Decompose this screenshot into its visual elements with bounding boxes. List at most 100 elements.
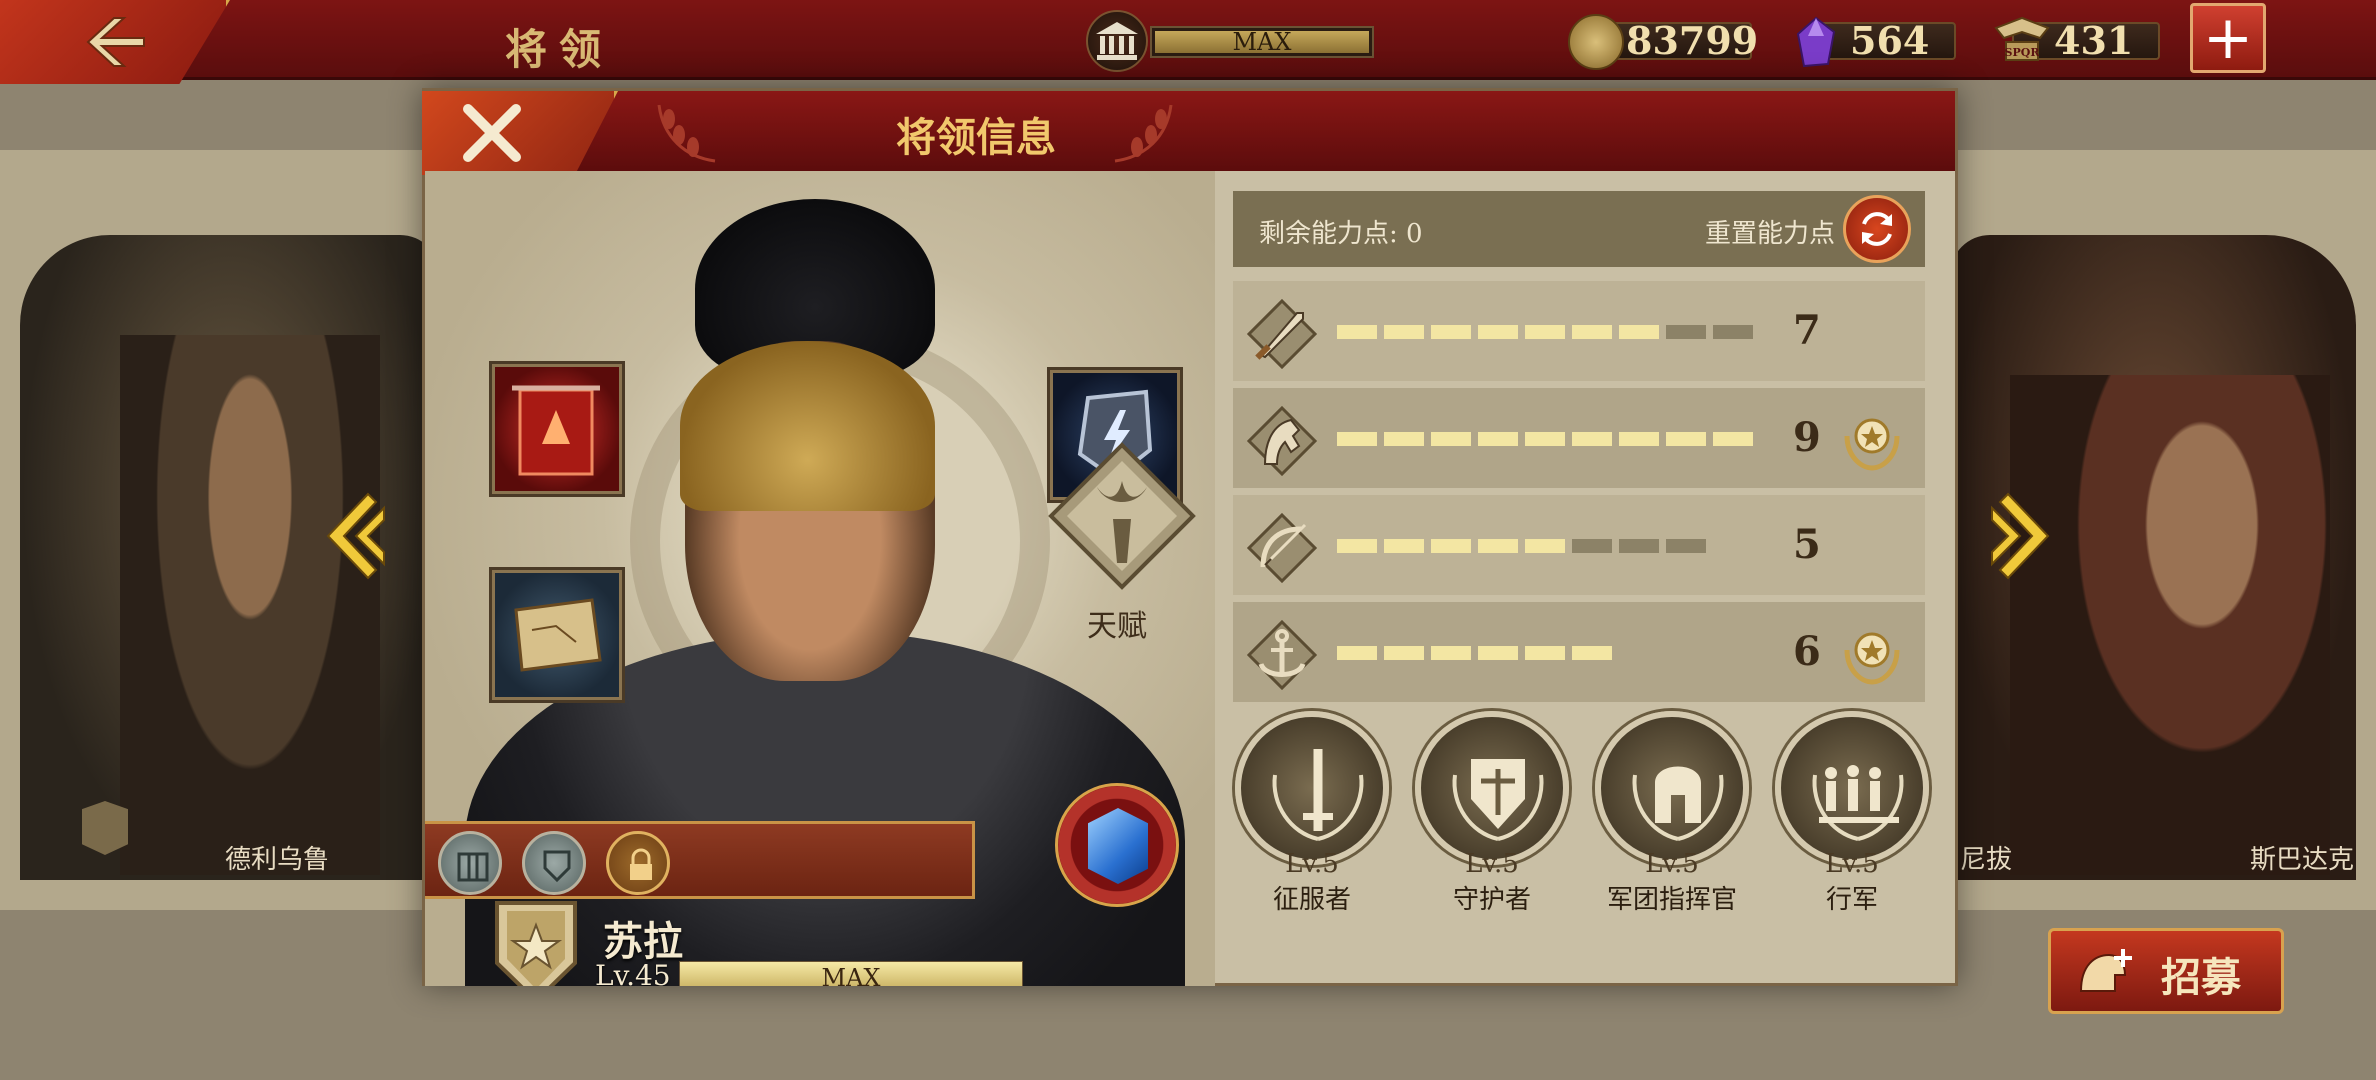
next-hero-name: 斯巴达克 — [2250, 845, 2355, 875]
general-portrait-area: 天赋 苏拉 Lv.45 MAX — [425, 171, 1215, 986]
equip-slot-locked[interactable] — [606, 831, 670, 895]
star-laurel-badge-icon[interactable] — [1837, 406, 1907, 476]
stat-segment-filled — [1431, 432, 1471, 446]
skill-name: 军团指挥官 — [1606, 885, 1737, 915]
skill-badge[interactable] — [1415, 711, 1569, 865]
close-icon — [463, 104, 521, 162]
stat-segment-empty — [1619, 539, 1659, 553]
general-info-dialog: 将领信息 天赋 苏拉 Lv.45 MAX 剩余能力点: 0 重置能力点 7 9 … — [422, 88, 1958, 986]
scroll-skill-tile[interactable] — [489, 567, 625, 703]
shield-laurel-icon — [1452, 759, 1544, 841]
stat-row: 7 — [1233, 281, 1925, 381]
skill-level: Lv.5 — [1825, 849, 1879, 879]
stat-segment-filled — [1572, 325, 1612, 339]
horse-icon — [1247, 406, 1317, 476]
stat-segment-filled — [1666, 432, 1706, 446]
equip-slot-1[interactable] — [438, 831, 502, 895]
prev-hero-arrow-icon[interactable] — [322, 490, 388, 582]
stat-segment-filled — [1384, 646, 1424, 660]
rank-chevron-icon — [82, 801, 128, 855]
token-counter[interactable]: SPQR 431 — [1994, 16, 2160, 63]
skill-name: 征服者 — [1272, 885, 1351, 915]
star-laurel-badge-icon[interactable] — [1837, 620, 1907, 690]
building-level-widget[interactable]: MAX — [1086, 10, 1374, 72]
sword-icon — [1247, 299, 1317, 369]
next-hero-arrow-icon[interactable] — [1988, 490, 2054, 582]
stat-segment-filled — [1572, 432, 1612, 446]
stat-segment-filled — [1525, 646, 1565, 660]
stat-segment-filled — [1619, 325, 1659, 339]
page-title: 将领 — [505, 25, 614, 74]
stat-row: 5 — [1233, 495, 1925, 595]
hero-name-block: 苏拉 Lv.45 MAX — [425, 901, 1215, 986]
stat-value: 6 — [1793, 628, 1821, 675]
stat-segment-empty — [1666, 539, 1706, 553]
map-scroll-icon — [514, 598, 602, 672]
marching-soldiers-icon — [1812, 765, 1904, 841]
stat-row: 6 — [1233, 602, 1925, 702]
prev-hero-name: 德利乌鲁 — [225, 845, 330, 875]
stat-value: 9 — [1793, 414, 1821, 461]
dialog-title: 将领信息 — [896, 114, 1056, 161]
stat-segment-filled — [1525, 325, 1565, 339]
stat-segment-filled — [1384, 325, 1424, 339]
small-shield-icon — [543, 850, 571, 883]
skill-level: Lv.5 — [1645, 849, 1699, 879]
laurel-right-icon — [1114, 104, 1173, 163]
sword-laurel-icon — [1272, 749, 1364, 841]
stat-segment-empty — [1572, 539, 1612, 553]
remaining-points-row: 剩余能力点: 0 重置能力点 — [1233, 191, 1925, 267]
stat-segment-filled — [1431, 325, 1471, 339]
stat-segment-filled — [1478, 432, 1518, 446]
equip-slot-2[interactable] — [522, 831, 586, 895]
rank-star-shield-icon — [495, 901, 577, 986]
back-button[interactable] — [0, 0, 230, 84]
plus-icon: + — [2202, 3, 2254, 73]
talent-label: 天赋 — [1087, 609, 1147, 644]
war-banner-icon — [512, 385, 600, 476]
skill-badge[interactable] — [1595, 711, 1749, 865]
gem-counter[interactable]: 564 — [1796, 16, 1956, 68]
building-level-bar: MAX — [1150, 26, 1374, 58]
hero-level: Lv.45 — [595, 959, 671, 986]
helmet-laurel-icon — [1632, 766, 1724, 841]
dialog-header: 将领信息 — [425, 91, 1955, 171]
svg-text:SPQR: SPQR — [2005, 46, 2041, 59]
skill-level: Lv.5 — [1465, 849, 1519, 879]
reset-points-button[interactable] — [1843, 195, 1911, 263]
reset-points-label: 重置能力点 — [1704, 219, 1835, 249]
recruit-button[interactable]: 招募 — [2048, 928, 2284, 1014]
refresh-icon — [1862, 212, 1892, 246]
equipment-bar — [425, 821, 975, 899]
coin-amount: 83799 — [1626, 18, 1759, 63]
general-helmet — [680, 341, 935, 511]
banner-skill-tile[interactable] — [489, 361, 625, 497]
hero-xp-bar: MAX — [679, 961, 1023, 986]
token-amount: 431 — [2054, 18, 2134, 63]
stat-segment-filled — [1337, 325, 1377, 339]
gem-socket[interactable] — [1055, 783, 1179, 907]
stat-segment-filled — [1337, 539, 1377, 553]
skill-badge[interactable] — [1775, 711, 1929, 865]
stat-segment-filled — [1478, 325, 1518, 339]
temple-icon — [1086, 10, 1148, 72]
remaining-points-label: 剩余能力点: 0 — [1259, 219, 1423, 249]
attribute-panel: 剩余能力点: 0 重置能力点 7 9 5 6 — [1233, 191, 1925, 702]
stat-segment-filled — [1619, 432, 1659, 446]
talent-button[interactable] — [1047, 441, 1197, 591]
next-hero-portrait — [2010, 375, 2330, 875]
laurel-left-icon — [657, 104, 716, 163]
skill-badge[interactable] — [1235, 711, 1389, 865]
stat-segment-filled — [1572, 646, 1612, 660]
stat-segment-filled — [1478, 646, 1518, 660]
purple-gem-icon — [1788, 14, 1844, 70]
gem-amount: 564 — [1850, 18, 1930, 63]
blue-gem-icon — [1088, 808, 1148, 884]
hero-xp-label: MAX — [821, 964, 881, 986]
next-hero-name-partial: 尼拔 — [1960, 845, 2013, 875]
add-resources-button[interactable]: + — [2190, 3, 2266, 73]
coin-counter[interactable]: 83799 — [1568, 14, 1758, 70]
recruit-label: 招募 — [2161, 954, 2241, 1001]
stat-segment-filled — [1478, 539, 1518, 553]
building-level-text: MAX — [1155, 30, 1369, 54]
